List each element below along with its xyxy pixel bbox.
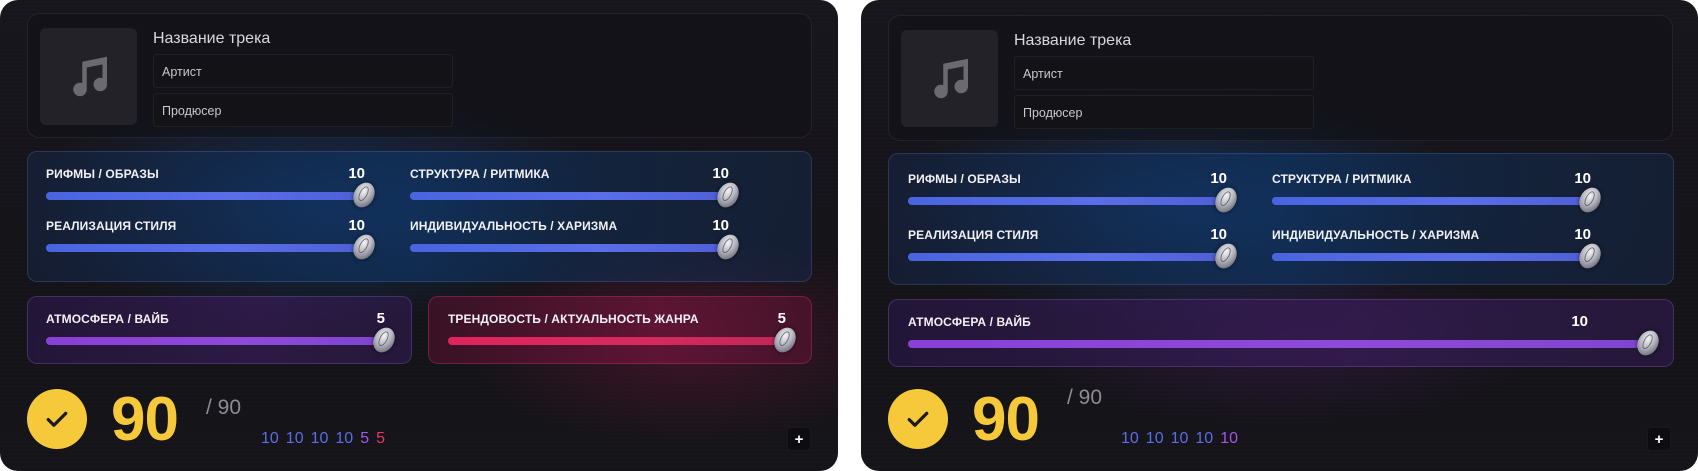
criterion-slider[interactable] xyxy=(46,323,399,357)
atmosphere-panel: АТМОСФЕРА / ВАЙБ 5 xyxy=(27,296,412,364)
add-button[interactable]: + xyxy=(1647,427,1671,451)
cover-art[interactable] xyxy=(40,28,137,125)
criterion-value: 10 xyxy=(712,165,729,182)
rating-card-1: Название трека Артист Продюсер РИФМЫ / О… xyxy=(0,0,838,471)
confirm-button[interactable] xyxy=(888,389,948,449)
criterion-label: ИНДИВИДУАЛЬНОСТЬ / ХАРИЗМА xyxy=(410,219,618,233)
track-title[interactable]: Название трека xyxy=(153,30,270,48)
slider-thumb[interactable] xyxy=(713,230,743,264)
criterion-value: 10 xyxy=(1210,226,1227,243)
slider-thumb[interactable] xyxy=(349,178,379,212)
criterion-label: РЕАЛИЗАЦИЯ СТИЛЯ xyxy=(46,219,177,233)
criterion-slider[interactable] xyxy=(908,183,1241,217)
slider-fill xyxy=(410,192,728,200)
max-score: / 90 xyxy=(206,396,242,419)
slider-fill xyxy=(908,253,1226,261)
criterion-slider[interactable] xyxy=(410,230,743,264)
criterion-slider[interactable] xyxy=(448,323,800,357)
score-item: 10 xyxy=(1121,430,1139,447)
criterion-value: 5 xyxy=(777,310,786,327)
score-item: 10 xyxy=(261,430,279,447)
criterion-slider[interactable] xyxy=(1272,239,1605,273)
total-score: 90 xyxy=(972,385,1040,454)
slider-thumb[interactable] xyxy=(349,230,379,264)
criterion-value: 5 xyxy=(376,310,385,327)
track-info-panel: Название трека Артист Продюсер xyxy=(888,15,1673,141)
criterion-label: РЕАЛИЗАЦИЯ СТИЛЯ xyxy=(908,228,1039,242)
slider-fill xyxy=(1272,197,1590,205)
criterion-value: 10 xyxy=(1571,313,1588,330)
music-note-icon xyxy=(72,56,107,96)
slider-thumb[interactable] xyxy=(770,323,800,357)
criterion-label: ИНДИВИДУАЛЬНОСТЬ / ХАРИЗМА xyxy=(1272,228,1480,242)
rating-card-2: Название трека Артист Продюсер РИФМЫ / О… xyxy=(861,0,1698,471)
artist-field[interactable]: Артист xyxy=(153,54,453,88)
slider-thumb[interactable] xyxy=(369,323,399,357)
score-item: 10 xyxy=(1195,430,1214,447)
criterion-label: РИФМЫ / ОБРАЗЫ xyxy=(908,172,1021,186)
trend-panel: ТРЕНДОВОСТЬ / АКТУАЛЬНОСТЬ ЖАНРА 5 xyxy=(428,296,812,364)
score-breakdown: 10 10 10 10 5 5 xyxy=(261,430,385,448)
score-item: 10 xyxy=(310,430,329,447)
slider-fill xyxy=(46,192,364,200)
score-item: 10 xyxy=(1220,430,1238,447)
atmosphere-panel: АТМОСФЕРА / ВАЙБ 10 xyxy=(888,299,1674,367)
score-breakdown: 10 10 10 10 10 xyxy=(1121,430,1238,448)
criterion-value: 10 xyxy=(348,217,365,234)
score-item: 5 xyxy=(360,430,370,447)
score-item: 10 xyxy=(285,430,304,447)
criterion-label: СТРУКТУРА / РИТМИКА xyxy=(410,167,550,181)
criterion-label: АТМОСФЕРА / ВАЙБ xyxy=(46,312,169,326)
slider-fill xyxy=(448,337,785,345)
checkmark-icon xyxy=(907,411,929,427)
total-score: 90 xyxy=(111,385,179,454)
producer-field[interactable]: Продюсер xyxy=(1014,95,1314,129)
score-item: 10 xyxy=(335,430,354,447)
music-note-icon xyxy=(933,58,968,98)
criterion-slider[interactable] xyxy=(908,239,1241,273)
main-criteria-panel: РИФМЫ / ОБРАЗЫ 10 СТРУКТУРА / РИТМИКА 10… xyxy=(888,153,1674,285)
criterion-value: 10 xyxy=(1574,170,1591,187)
criterion-slider[interactable] xyxy=(908,326,1663,360)
slider-fill xyxy=(908,340,1648,348)
main-criteria-panel: РИФМЫ / ОБРАЗЫ 10 СТРУКТУРА / РИТМИКА 10… xyxy=(27,151,812,282)
criterion-value: 10 xyxy=(348,165,365,182)
criterion-label: РИФМЫ / ОБРАЗЫ xyxy=(46,167,159,181)
score-item: 10 xyxy=(1170,430,1189,447)
score-item: 5 xyxy=(376,430,385,447)
slider-thumb[interactable] xyxy=(1633,326,1663,360)
criterion-value: 10 xyxy=(712,217,729,234)
confirm-button[interactable] xyxy=(27,389,87,449)
criterion-label: ТРЕНДОВОСТЬ / АКТУАЛЬНОСТЬ ЖАНРА xyxy=(448,312,699,326)
criterion-slider[interactable] xyxy=(1272,183,1605,217)
track-title[interactable]: Название трека xyxy=(1014,32,1131,50)
checkmark-icon xyxy=(46,411,68,427)
slider-fill xyxy=(410,244,728,252)
slider-thumb[interactable] xyxy=(713,178,743,212)
max-score: / 90 xyxy=(1067,386,1103,409)
criterion-slider[interactable] xyxy=(46,178,379,212)
cover-art[interactable] xyxy=(901,30,998,127)
slider-fill xyxy=(1272,253,1590,261)
criterion-value: 10 xyxy=(1574,226,1591,243)
slider-thumb[interactable] xyxy=(1575,239,1605,273)
slider-fill xyxy=(46,244,364,252)
producer-field[interactable]: Продюсер xyxy=(153,93,453,127)
slider-fill xyxy=(46,337,384,345)
slider-thumb[interactable] xyxy=(1575,183,1605,217)
score-item: 10 xyxy=(1145,430,1164,447)
track-info-panel: Название трека Артист Продюсер xyxy=(27,13,812,138)
criterion-label: СТРУКТУРА / РИТМИКА xyxy=(1272,172,1412,186)
criterion-label: АТМОСФЕРА / ВАЙБ xyxy=(908,315,1031,329)
criterion-slider[interactable] xyxy=(410,178,743,212)
criterion-slider[interactable] xyxy=(46,230,379,264)
criterion-value: 10 xyxy=(1210,170,1227,187)
slider-thumb[interactable] xyxy=(1211,183,1241,217)
slider-fill xyxy=(908,197,1226,205)
artist-field[interactable]: Артист xyxy=(1014,56,1314,90)
add-button[interactable]: + xyxy=(787,427,811,451)
slider-thumb[interactable] xyxy=(1211,239,1241,273)
